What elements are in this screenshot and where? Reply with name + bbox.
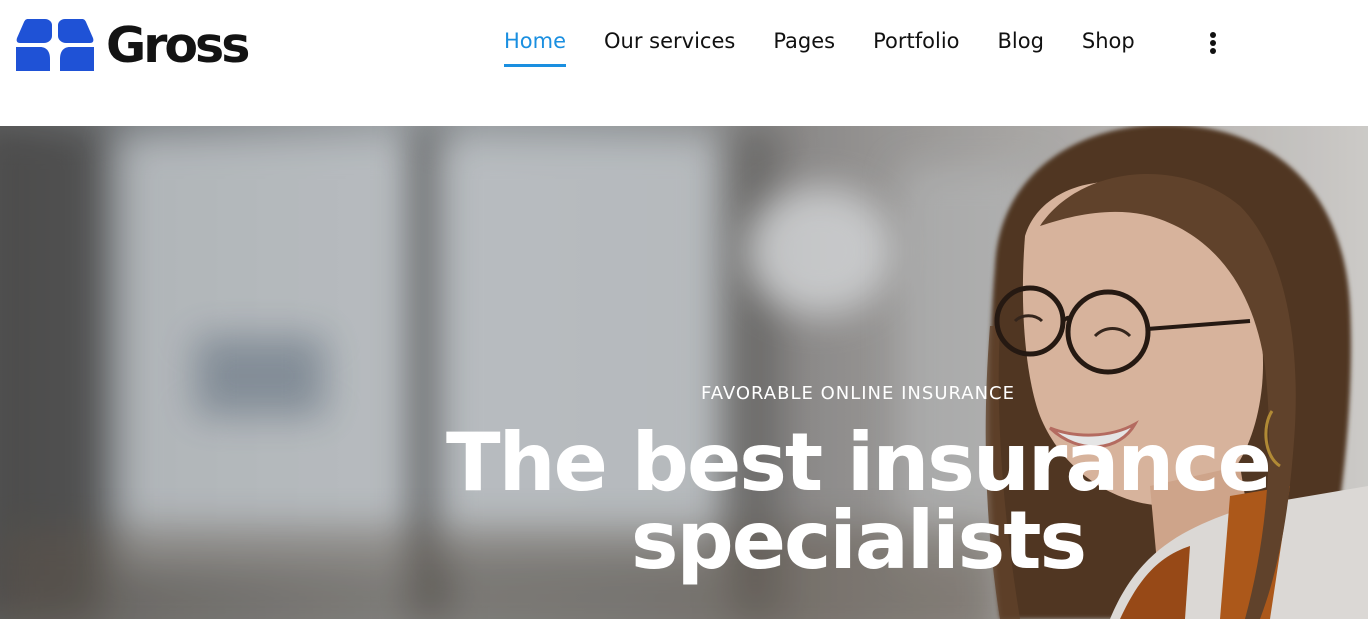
vertical-ellipsis-icon[interactable] (1208, 32, 1218, 54)
main-nav: Home Our services Pages Portfolio Blog S… (504, 27, 1173, 69)
hero-banner: FAVORABLE ONLINE INSURANCE The best insu… (0, 126, 1368, 619)
nav-item-shop[interactable]: Shop (1082, 27, 1135, 67)
nav-item-our-services[interactable]: Our services (604, 27, 735, 67)
site-logo[interactable]: Gross (16, 16, 250, 74)
nav-item-portfolio[interactable]: Portfolio (873, 27, 959, 67)
nav-item-home[interactable]: Home (504, 27, 567, 67)
nav-item-pages[interactable]: Pages (773, 27, 835, 67)
brand-name: Gross (106, 16, 250, 74)
nav-item-blog[interactable]: Blog (998, 27, 1044, 67)
hero-eyebrow: FAVORABLE ONLINE INSURANCE (701, 383, 1015, 404)
hero-title: The best insurance specialists (446, 416, 1272, 587)
site-header: Gross Home Our services Pages Portfolio … (0, 0, 1368, 126)
gross-logo-mark-icon (16, 19, 94, 71)
